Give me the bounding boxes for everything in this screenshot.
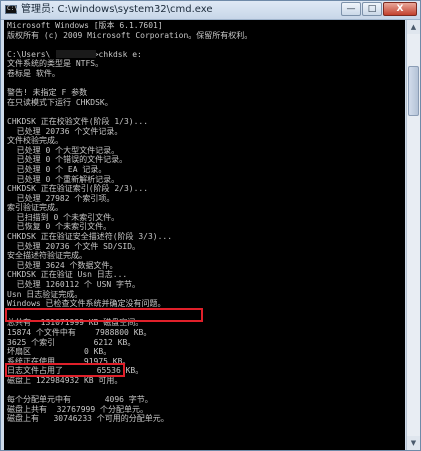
console-line: Microsoft Windows [版本 6.1.7601] (7, 21, 163, 30)
console-line: 在只读模式下运行 CHKDSK。 (7, 97, 113, 107)
console-line: 已处理 20736 个文件记录。 (7, 126, 123, 136)
console-line: 磁盘上有 30746233 个可用的分配单元。 (7, 414, 169, 424)
console-line: 已处理 1260112 个 USN 字节。 (7, 280, 141, 290)
console-line: 版权所有 (c) 2009 Microsoft Corporation。保留所有… (7, 30, 253, 40)
scroll-down-arrow-icon[interactable]: ▼ (407, 436, 420, 450)
console-line: CHKDSK 正在校验文件(阶段 1/3)... (7, 116, 149, 126)
console-line: 已处理 27982 个索引项。 (7, 193, 115, 203)
console-line: 已处理 20736 个文件 SD/SID。 (7, 241, 141, 251)
console-line: 文件系统的类型是 NTFS。 (7, 59, 104, 69)
result-highlight-box (5, 308, 203, 322)
console-line: 索引验证完成。 (7, 203, 63, 213)
console-line: 磁盘上 122984932 KB 可用。 (7, 375, 123, 385)
console-line: 安全描述符验证完成。 (7, 251, 87, 261)
console-line: 磁盘上共有 32767999 个分配单元。 (7, 404, 148, 414)
console-line: CHKDSK 正在验证索引(阶段 2/3)... (7, 184, 149, 194)
window-controls: — □ X (341, 2, 417, 17)
console-line: 15874 个文件中有 7988800 KB。 (7, 328, 152, 337)
maximize-button[interactable]: □ (362, 2, 382, 16)
console-line: 已处理 0 个重新解析记录。 (7, 174, 120, 184)
vertical-scrollbar[interactable]: ▲ ▼ (406, 20, 420, 450)
console-line: 已处理 0 个大型文件记录。 (7, 145, 120, 155)
console-line: C:\Users\ >chkdsk e: (7, 49, 142, 59)
cmd-window: C:\ 管理员: C:\windows\system32\cmd.exe — □… (0, 0, 421, 451)
scroll-up-arrow-icon[interactable]: ▲ (407, 20, 420, 34)
console-line: CHKDSK 正在验证安全描述符(阶段 3/3)... (7, 232, 173, 242)
console-line: 每个分配单元中有 4096 字节。 (7, 395, 153, 405)
cmd-app-icon[interactable]: C:\ (5, 5, 18, 14)
console-line: 坏扇区 0 KB。 (7, 347, 112, 357)
username-redaction (56, 50, 96, 58)
console-line: 已处理 0 个错误的文件记录。 (7, 155, 128, 165)
bad-sectors-highlight-box (5, 363, 125, 377)
console-line: 文件校验完成。 (7, 136, 63, 146)
minimize-button[interactable]: — (341, 2, 361, 16)
console-line: 3625 个索引 6212 KB。 (7, 337, 136, 347)
window-title: 管理员: C:\windows\system32\cmd.exe (21, 4, 213, 15)
console-line: 警告! 未指定 F 参数 (7, 88, 88, 98)
console-line: 已恢复 0 个未索引文件。 (7, 222, 112, 232)
console-line: Usn 日志验证完成。 (7, 289, 83, 299)
console-output[interactable]: Microsoft Windows [版本 6.1.7601] 版权所有 (c) … (4, 20, 405, 450)
console-line: 已处理 0 个 EA 记录。 (7, 164, 107, 174)
cmd-icon-glyph: C:\ (7, 5, 18, 12)
close-button[interactable]: X (383, 2, 417, 16)
scrollbar-thumb[interactable] (408, 66, 419, 116)
console-line: CHKDSK 正在验证 Usn 日志... (7, 270, 128, 280)
title-bar[interactable]: C:\ 管理员: C:\windows\system32\cmd.exe — □… (1, 1, 420, 20)
console-line: 卷标是 软件。 (7, 68, 60, 78)
console-line: 已处理 3624 个数据文件。 (7, 260, 118, 270)
